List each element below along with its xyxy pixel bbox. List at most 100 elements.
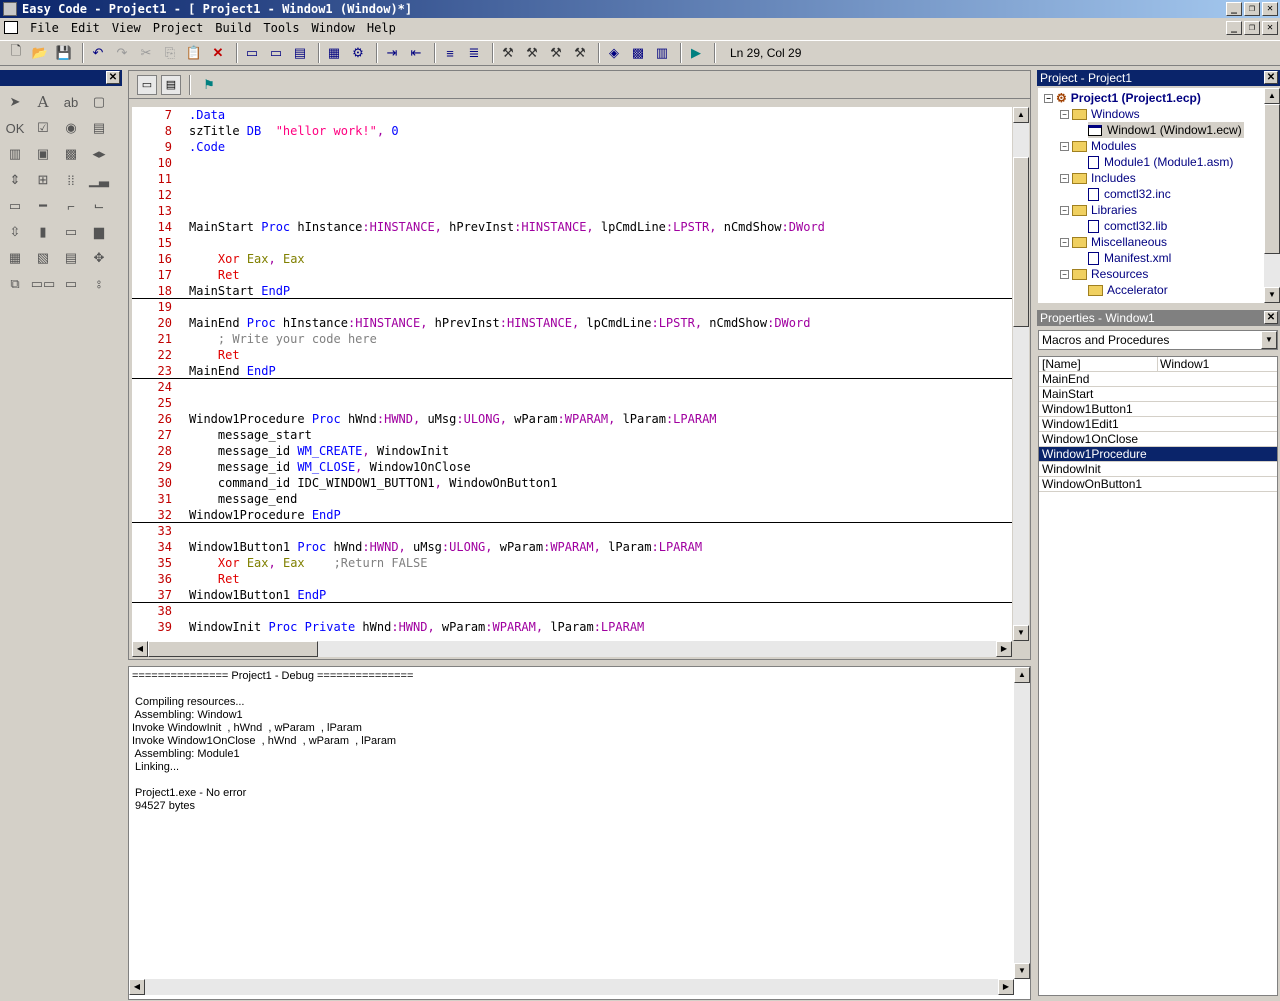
code-text[interactable]: MainEnd Proc hInstance:HINSTANCE, hPrevI… xyxy=(189,315,810,331)
indent-icon[interactable]: ⇥ xyxy=(382,43,402,63)
code-line[interactable]: 20 MainEnd Proc hInstance:HINSTANCE, hPre… xyxy=(132,315,1012,331)
close-button[interactable]: ✕ xyxy=(1262,2,1278,16)
code-line[interactable]: 38 xyxy=(132,603,1012,619)
code-line[interactable]: 35 Xor Eax, Eax ;Return FALSE xyxy=(132,555,1012,571)
scroll-up-icon[interactable]: ▲ xyxy=(1013,107,1029,123)
run-icon[interactable]: ▶ xyxy=(686,43,706,63)
code-line[interactable]: 25 xyxy=(132,395,1012,411)
move-tool-icon[interactable]: ✥ xyxy=(86,246,112,270)
scroll-right-icon[interactable]: ▶ xyxy=(996,641,1012,657)
combo-tool-icon[interactable]: ▥ xyxy=(2,142,28,166)
code-text[interactable]: ; Write your code here xyxy=(189,331,377,347)
code-text[interactable]: Ret xyxy=(189,571,240,587)
statusbar-tool-icon[interactable]: ⌙ xyxy=(86,194,112,218)
link-icon[interactable]: ▥ xyxy=(652,43,672,63)
chevron-down-icon[interactable]: ▼ xyxy=(1261,331,1277,349)
code-line[interactable]: 15 xyxy=(132,235,1012,251)
properties-icon[interactable]: ⚙ xyxy=(348,43,368,63)
code-line[interactable]: 11 xyxy=(132,171,1012,187)
minimize-button[interactable]: _ xyxy=(1226,2,1242,16)
tab-order-icon[interactable]: ⚑ xyxy=(199,75,219,95)
menu-build[interactable]: Build xyxy=(209,21,257,35)
code-text[interactable]: Xor Eax, Eax ;Return FALSE xyxy=(189,555,428,571)
layer-tool-icon[interactable]: ⧉ xyxy=(2,272,28,296)
code-line[interactable]: 8 szTitle DB "hellor work!", 0 xyxy=(132,123,1012,139)
link-tool-icon[interactable]: ⦂ xyxy=(86,272,112,296)
menu-file[interactable]: File xyxy=(24,21,65,35)
undo-icon[interactable]: ↶ xyxy=(88,43,108,63)
listbox-tool-icon[interactable]: ▤ xyxy=(86,116,112,140)
toolbox-close-icon[interactable]: ✕ xyxy=(106,71,120,84)
code-line[interactable]: 12 xyxy=(132,187,1012,203)
code-line[interactable]: 26 Window1Procedure Proc hWnd:HWND, uMsg:… xyxy=(132,411,1012,427)
tree-resources[interactable]: − Resources xyxy=(1060,266,1148,282)
project-close-icon[interactable]: ✕ xyxy=(1264,71,1278,84)
scroll-left-icon[interactable]: ◀ xyxy=(132,641,148,657)
doc-restore-button[interactable]: ❐ xyxy=(1244,21,1260,35)
code-line[interactable]: 22 Ret xyxy=(132,347,1012,363)
textbox-tool-icon[interactable]: ab xyxy=(58,90,84,114)
delete-icon[interactable]: ✕ xyxy=(208,43,228,63)
tree-accel[interactable]: Accelerator xyxy=(1088,282,1168,298)
menu-project[interactable]: Project xyxy=(147,21,210,35)
procedure-item[interactable]: Window1Procedure xyxy=(1039,447,1277,462)
procedure-item[interactable]: Window1Edit1 xyxy=(1039,417,1277,432)
doc-close-button[interactable]: ✕ xyxy=(1262,21,1278,35)
pointer-tool-icon[interactable]: ➤ xyxy=(2,90,28,114)
code-line[interactable]: 33 xyxy=(132,523,1012,539)
property-name-row[interactable]: [Name] Window1 xyxy=(1039,357,1277,372)
output-vscrollbar[interactable]: ▲ ▼ xyxy=(1014,667,1030,979)
code-line[interactable]: 28 message_id WM_CREATE, WindowInit xyxy=(132,443,1012,459)
editor-vscrollbar[interactable]: ▲ ▼ xyxy=(1013,107,1029,641)
procedure-item[interactable]: Window1Button1 xyxy=(1039,402,1277,417)
outdent-icon[interactable]: ⇤ xyxy=(406,43,426,63)
code-line[interactable]: 24 xyxy=(132,379,1012,395)
code-line[interactable]: 29 message_id WM_CLOSE, Window1OnClose xyxy=(132,459,1012,475)
vscroll-tool-icon[interactable]: ⇕ xyxy=(2,168,28,192)
code-line[interactable]: 39 WindowInit Proc Private hWnd:HWND, wPa… xyxy=(132,619,1012,635)
code-line[interactable]: 32 Window1Procedure EndP xyxy=(132,507,1012,523)
code-text[interactable]: MainEnd EndP xyxy=(189,363,276,379)
code-line[interactable]: 34 Window1Button1 Proc hWnd:HWND, uMsg:UL… xyxy=(132,539,1012,555)
rebar-tool-icon[interactable]: ▮ xyxy=(30,220,56,244)
collapse-icon[interactable]: − xyxy=(1060,174,1069,184)
code-text[interactable]: message_id WM_CLOSE, Window1OnClose xyxy=(189,459,471,475)
module-icon[interactable]: ▤ xyxy=(290,43,310,63)
cut-icon[interactable]: ✂ xyxy=(136,43,156,63)
collapse-icon[interactable]: − xyxy=(1060,238,1069,248)
ipaddress-tool-icon[interactable]: ▭▭ xyxy=(30,272,56,296)
menu-view[interactable]: View xyxy=(106,21,147,35)
tab-tool-icon[interactable]: ⌐ xyxy=(58,194,84,218)
menu-window[interactable]: Window xyxy=(306,21,361,35)
code-line[interactable]: 13 xyxy=(132,203,1012,219)
restore-button[interactable]: ❐ xyxy=(1244,2,1260,16)
code-text[interactable]: Window1Procedure EndP xyxy=(189,507,341,523)
uncomment-icon[interactable]: ≣ xyxy=(464,43,484,63)
menu-tools[interactable]: Tools xyxy=(257,21,305,35)
button-tool-icon[interactable]: OK xyxy=(2,116,28,140)
code-line[interactable]: 36 Ret xyxy=(132,571,1012,587)
procedure-item[interactable]: MainStart xyxy=(1039,387,1277,402)
tree-misc[interactable]: − Miscellaneous xyxy=(1060,234,1167,250)
code-text[interactable]: message_id WM_CREATE, WindowInit xyxy=(189,443,449,459)
hscroll-tool-icon[interactable]: ◂▸ xyxy=(86,142,112,166)
doc-minimize-button[interactable]: _ xyxy=(1226,21,1242,35)
label-tool-icon[interactable]: A xyxy=(30,90,56,114)
table-tool-icon[interactable]: ▦ xyxy=(2,246,28,270)
project-vscrollbar[interactable]: ▲ ▼ xyxy=(1264,88,1280,303)
hotkey-tool-icon[interactable]: ▭ xyxy=(58,220,84,244)
output-scroll-up-icon[interactable]: ▲ xyxy=(1014,667,1030,683)
code-text[interactable]: command_id IDC_WINDOW1_BUTTON1, WindowOn… xyxy=(189,475,558,491)
tree-root[interactable]: − ⚙ Project1 (Project1.ecp) xyxy=(1044,90,1201,106)
code-line[interactable]: 14 MainStart Proc hInstance:HINSTANCE, hP… xyxy=(132,219,1012,235)
rebuild-icon[interactable]: ⚒ xyxy=(546,43,566,63)
save-icon[interactable]: 💾 xyxy=(54,43,74,63)
code-line[interactable]: 16 Xor Eax, Eax xyxy=(132,251,1012,267)
code-line[interactable]: 19 xyxy=(132,299,1012,315)
properties-combo[interactable]: Macros and Procedures ▼ xyxy=(1038,330,1278,350)
design-view-icon[interactable]: ▭ xyxy=(137,74,157,95)
comment-icon[interactable]: ≡ xyxy=(440,43,460,63)
code-text[interactable]: Ret xyxy=(189,267,240,283)
code-text[interactable]: Window1Button1 EndP xyxy=(189,587,326,603)
code-text[interactable]: message_start xyxy=(189,427,312,443)
